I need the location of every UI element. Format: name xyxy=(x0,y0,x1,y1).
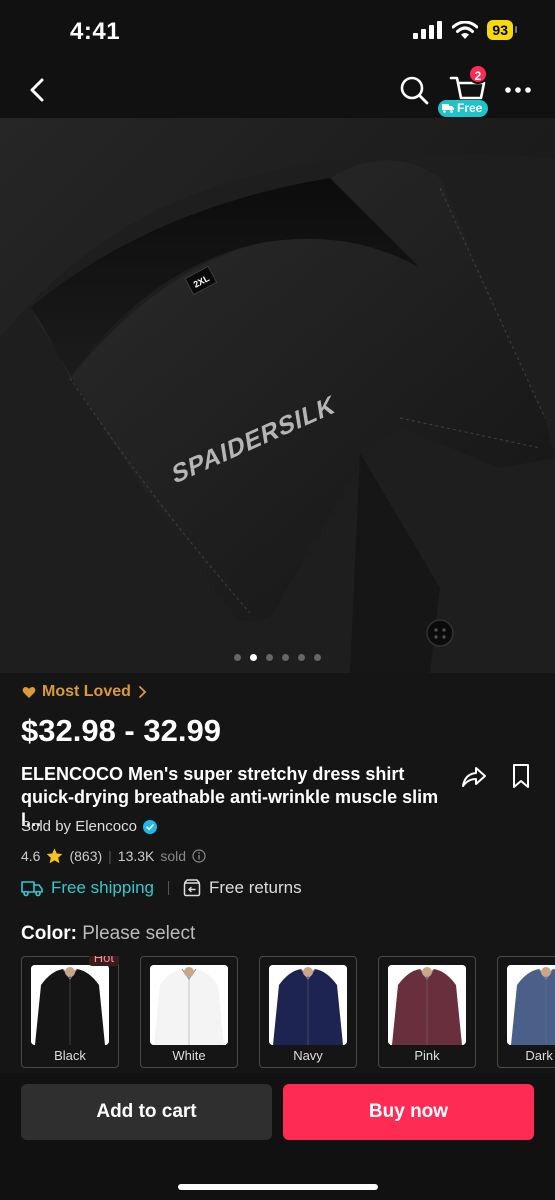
swatch-image xyxy=(269,965,347,1045)
heart-icon xyxy=(22,686,36,698)
shipping-row[interactable]: Free shipping Free returns xyxy=(21,878,302,898)
color-swatches: Black Hot White Navy Pink Dark G xyxy=(21,956,555,1068)
bookmark-icon[interactable] xyxy=(510,763,532,789)
free-badge-label: Free xyxy=(457,101,483,115)
wifi-icon xyxy=(452,20,479,39)
share-icon[interactable] xyxy=(460,763,488,791)
swatch-image xyxy=(31,965,109,1045)
bottom-action-bar: Add to cart Buy now xyxy=(0,1073,555,1200)
carousel-dot[interactable] xyxy=(266,654,273,661)
free-shipping-label: Free shipping xyxy=(51,878,155,897)
color-swatch[interactable]: Pink xyxy=(378,956,476,1068)
rating-row[interactable]: 4.6 (863) | 13.3K sold xyxy=(21,848,206,864)
home-indicator[interactable] xyxy=(178,1184,378,1190)
carousel-dot[interactable] xyxy=(234,654,241,661)
chevron-right-icon xyxy=(138,686,147,698)
swatch-label: Dark G xyxy=(525,1048,555,1063)
price: $32.98 - 32.99 xyxy=(21,713,221,748)
product-photo: 2XL SPAIDERSILK xyxy=(0,118,555,673)
carousel-dots xyxy=(0,654,555,661)
status-icons: 93 xyxy=(413,20,517,40)
sold-label: sold xyxy=(160,848,187,864)
truck-icon xyxy=(442,104,454,113)
info-icon[interactable] xyxy=(192,849,206,863)
nav-bar: 2 Free xyxy=(0,62,555,118)
return-box-icon xyxy=(183,879,201,897)
more-options-icon[interactable] xyxy=(500,74,536,106)
status-bar: 4:41 93 xyxy=(0,0,555,62)
swatch-label: White xyxy=(172,1048,206,1063)
divider xyxy=(168,881,170,895)
swatch-image xyxy=(507,965,555,1045)
product-image-carousel[interactable]: 2XL SPAIDERSILK xyxy=(0,118,555,673)
free-returns-label: Free returns xyxy=(209,878,302,897)
free-returns[interactable]: Free returns xyxy=(183,878,302,898)
carousel-dot[interactable] xyxy=(282,654,289,661)
carousel-dot[interactable] xyxy=(298,654,305,661)
search-icon[interactable] xyxy=(398,74,430,106)
most-loved-badge[interactable]: Most Loved xyxy=(22,683,147,701)
hot-badge: Hot xyxy=(88,956,119,966)
color-placeholder: Please select xyxy=(82,923,196,944)
product-info: Most Loved $32.98 - 32.99 ELENCOCO Men's… xyxy=(0,673,555,1073)
shirt-thumbnail xyxy=(31,965,109,1045)
swatch-label: Pink xyxy=(414,1048,440,1063)
carousel-dot[interactable] xyxy=(314,654,321,661)
back-icon[interactable] xyxy=(22,74,54,106)
color-swatch[interactable]: Navy xyxy=(259,956,357,1068)
most-loved-label: Most Loved xyxy=(42,683,131,700)
swatch-label: Black xyxy=(54,1048,86,1063)
color-selector-label: Color: Please select xyxy=(21,923,195,945)
swatch-image xyxy=(388,965,466,1045)
color-swatch[interactable]: White xyxy=(140,956,238,1068)
rating-value: 4.6 xyxy=(21,848,41,864)
color-swatch[interactable]: Dark G xyxy=(497,956,555,1068)
star-icon xyxy=(47,848,63,864)
buy-now-button[interactable]: Buy now xyxy=(283,1084,534,1140)
free-shipping[interactable]: Free shipping xyxy=(21,878,154,898)
shirt-thumbnail xyxy=(388,965,466,1045)
review-count: (863) xyxy=(69,848,103,864)
color-label: Color: xyxy=(21,923,77,944)
carousel-dot[interactable] xyxy=(250,654,257,661)
shirt-thumbnail xyxy=(507,965,555,1045)
swatch-label: Navy xyxy=(293,1048,323,1063)
status-time: 4:41 xyxy=(70,18,121,45)
color-swatch[interactable]: Black Hot xyxy=(21,956,119,1068)
free-shipping-badge: Free xyxy=(438,100,489,117)
seller-row[interactable]: Sold by Elencoco xyxy=(21,818,157,835)
delivery-truck-icon xyxy=(21,881,43,897)
cart-count-badge: 2 xyxy=(468,64,488,84)
sold-count: 13.3K xyxy=(117,848,155,864)
shirt-thumbnail xyxy=(150,965,228,1045)
battery-indicator: 93 xyxy=(487,20,517,40)
seller-name: Sold by Elencoco xyxy=(21,818,137,835)
signal-icon xyxy=(413,21,443,39)
swatch-image xyxy=(150,965,228,1045)
verified-icon xyxy=(142,819,157,834)
add-to-cart-button[interactable]: Add to cart xyxy=(21,1084,272,1140)
divider: | xyxy=(108,848,112,864)
shirt-thumbnail xyxy=(269,965,347,1045)
